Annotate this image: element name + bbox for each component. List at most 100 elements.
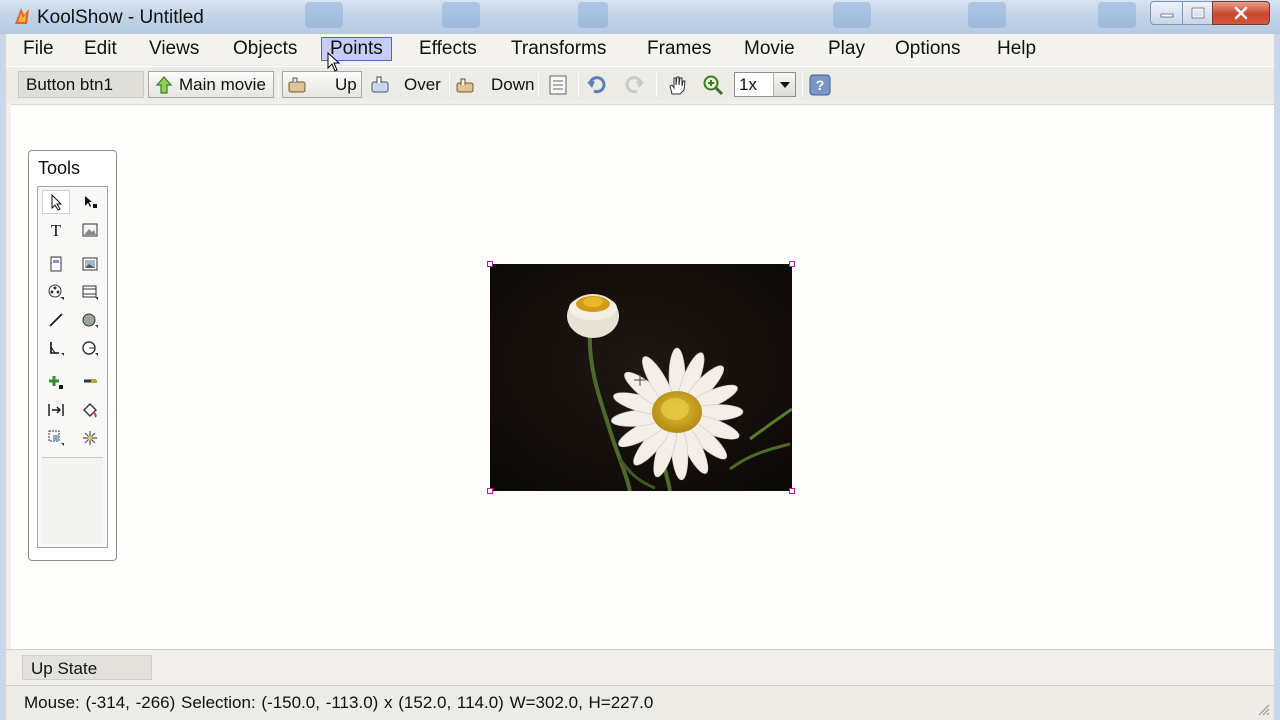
selection-handle[interactable] <box>487 488 493 494</box>
window-title: KoolShow - Untitled <box>37 7 204 28</box>
line-tool[interactable] <box>42 308 70 332</box>
tools-panel: Tools T <box>28 150 117 561</box>
close-button[interactable] <box>1212 1 1270 25</box>
maximize-icon <box>1191 7 1204 19</box>
point-select-icon <box>85 196 97 208</box>
help-icon: ? <box>809 74 831 95</box>
properties-button[interactable] <box>547 71 571 98</box>
main-movie-button[interactable]: Main movie <box>148 71 274 98</box>
minimize-button[interactable] <box>1150 1 1182 25</box>
background-taskbar-icon <box>833 2 871 28</box>
over-state-button[interactable]: Over <box>368 71 448 98</box>
button-state-label: Up State <box>22 655 152 680</box>
menu-options[interactable]: Options <box>887 37 968 61</box>
menu-frames[interactable]: Frames <box>639 37 719 61</box>
selection-handle[interactable] <box>789 488 795 494</box>
button-over-icon <box>371 76 389 92</box>
object-name-label: Button btn1 <box>18 71 144 98</box>
status-text: Mouse: (-314, -266) Selection: (-150.0, … <box>24 693 654 712</box>
background-taskbar-icon <box>442 2 480 28</box>
toolbar-separator <box>538 73 539 97</box>
title-bar: KoolShow - Untitled <box>0 0 1280 34</box>
transform-tool-icon <box>48 430 64 446</box>
dropdown-arrow-button[interactable] <box>773 73 795 96</box>
tools-panel-title: Tools <box>38 158 81 178</box>
undo-button[interactable] <box>586 71 612 98</box>
maximize-button[interactable] <box>1182 1 1212 25</box>
menu-objects[interactable]: Objects <box>225 37 305 61</box>
redo-icon <box>625 75 644 93</box>
align-tool[interactable] <box>42 398 70 422</box>
movie-clip-tool[interactable] <box>76 280 104 304</box>
hand-pan-icon <box>669 76 686 94</box>
add-point-icon <box>49 376 63 389</box>
arrow-select-tool[interactable] <box>42 190 70 214</box>
remove-point-icon <box>84 379 97 383</box>
film-reel-tool[interactable] <box>42 280 70 304</box>
menu-effects[interactable]: Effects <box>411 37 485 61</box>
state-bar: Up State <box>6 649 1274 684</box>
selection-handle[interactable] <box>487 261 493 267</box>
picture-frame-tool[interactable] <box>76 252 104 276</box>
down-state-label: Down <box>491 74 535 94</box>
menu-transforms[interactable]: Transforms <box>503 37 614 61</box>
ellipse-tool[interactable] <box>76 308 104 332</box>
movie-clip-icon <box>82 285 98 300</box>
up-state-label: Up <box>335 74 357 94</box>
text-tool[interactable]: T <box>42 218 70 242</box>
document-list-icon <box>549 75 567 94</box>
toolbar-separator <box>449 73 450 97</box>
picture-frame-icon <box>82 257 98 271</box>
menu-views[interactable]: Views <box>141 37 207 61</box>
background-taskbar-icon <box>578 2 608 28</box>
selected-image-object[interactable] <box>487 261 795 494</box>
zoom-level-value: 1x <box>739 74 757 94</box>
add-point-tool[interactable] <box>42 370 70 394</box>
toolbar-separator <box>802 73 803 97</box>
daisy-photo <box>490 264 792 491</box>
up-state-button[interactable]: Up <box>282 71 362 98</box>
line-tool-icon <box>49 313 63 327</box>
sparkle-effect-icon <box>83 431 97 445</box>
menu-bar: File Edit Views Objects Points Effects T… <box>6 34 1274 64</box>
up-arrow-icon <box>155 75 173 94</box>
frame-tool[interactable] <box>42 252 70 276</box>
fill-bucket-icon <box>83 403 97 418</box>
zoom-button[interactable] <box>702 71 728 98</box>
menu-movie[interactable]: Movie <box>736 37 803 61</box>
status-bar: Mouse: (-314, -266) Selection: (-150.0, … <box>6 685 1274 720</box>
transform-tool[interactable] <box>42 426 70 450</box>
frame-tool-icon <box>50 256 62 272</box>
arrow-select-icon <box>51 193 63 211</box>
shape-tool-icon <box>82 341 98 356</box>
shape-tool[interactable] <box>76 336 104 360</box>
over-state-label: Over <box>404 74 441 94</box>
zoom-level-dropdown[interactable]: 1x <box>734 72 796 97</box>
ellipse-tool-icon <box>82 313 98 328</box>
undo-icon <box>587 75 606 93</box>
point-select-tool[interactable] <box>76 190 104 214</box>
down-state-button[interactable]: Down <box>453 71 537 98</box>
help-button[interactable]: ? <box>809 71 835 98</box>
menu-help[interactable]: Help <box>989 37 1044 61</box>
resize-grip-icon[interactable] <box>1256 702 1270 716</box>
chevron-down-icon <box>779 81 790 88</box>
redo-button[interactable] <box>623 71 649 98</box>
selection-handle[interactable] <box>789 261 795 267</box>
polyline-tool[interactable] <box>42 336 70 360</box>
image-tool[interactable] <box>76 218 104 242</box>
background-taskbar-icon <box>1098 2 1136 28</box>
fill-bucket-tool[interactable] <box>76 398 104 422</box>
tools-empty-area <box>42 457 103 544</box>
menu-file[interactable]: File <box>15 37 62 61</box>
sparkle-effect-tool[interactable] <box>76 426 104 450</box>
stage-canvas[interactable]: Tools T <box>11 104 1274 649</box>
menu-play[interactable]: Play <box>820 37 873 61</box>
remove-point-tool[interactable] <box>76 370 104 394</box>
toolbar: Button btn1 Main movie Up Over Down 1x ? <box>6 66 1274 100</box>
pan-button[interactable] <box>666 71 692 98</box>
menu-edit[interactable]: Edit <box>76 37 125 61</box>
svg-text:T: T <box>51 221 62 239</box>
toolbar-separator <box>578 73 579 97</box>
button-down-icon <box>456 78 474 92</box>
